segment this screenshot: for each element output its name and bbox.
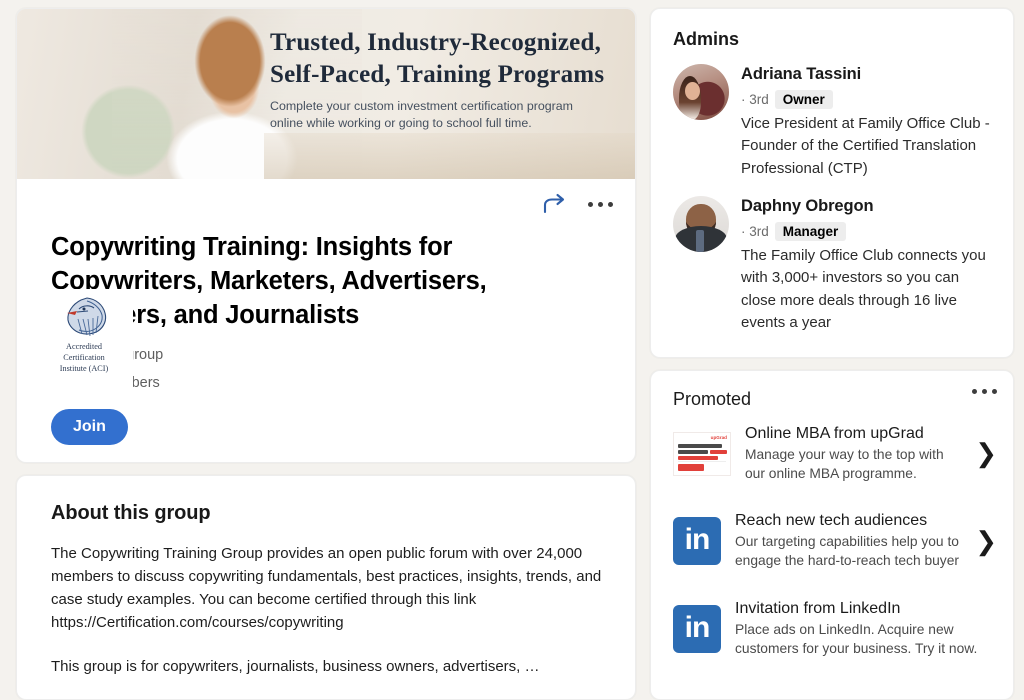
- admin-description: Vice President at Family Office Club - F…: [741, 114, 990, 177]
- linkedin-logo-text: in: [684, 523, 711, 556]
- promoted-item-title: Invitation from LinkedIn: [735, 599, 901, 617]
- banner-subtext: Complete your custom investment certific…: [270, 99, 574, 131]
- group-header-actions: [17, 179, 635, 231]
- banner-desk: [264, 133, 635, 179]
- banner-text-block: Trusted, Industry-Recognized, Self-Paced…: [270, 27, 621, 132]
- upgrad-cta-button: [678, 463, 704, 471]
- group-member-count: 31,781 members: [51, 375, 609, 391]
- promoted-item-description: Our targeting capabilities help you to e…: [735, 534, 959, 568]
- promoted-item-description: Manage your way to the top with our onli…: [745, 446, 944, 481]
- eagle-head-logo-icon: [67, 297, 107, 337]
- group-more-options-button[interactable]: [588, 201, 613, 207]
- admin-description: The Family Office Club connects you with…: [741, 246, 986, 332]
- group-logo-tile: Accredited Certification Institute (ACI): [35, 289, 133, 389]
- promoted-item-body: Online MBA from upGrad Manage your way t…: [745, 424, 961, 484]
- promoted-more-options-button[interactable]: [972, 388, 997, 394]
- about-group-heading: About this group: [51, 502, 211, 525]
- promoted-item-body: Invitation from LinkedIn Place ads on Li…: [735, 599, 997, 659]
- share-button[interactable]: [542, 193, 568, 215]
- admins-heading: Admins: [673, 29, 740, 49]
- admin-details: Adriana Tassini · 3rd Owner Vice Preside…: [741, 64, 993, 180]
- more-options-icon: [972, 388, 977, 394]
- promoted-card: Promoted upGrad Online MBA from upGrad M…: [650, 369, 1014, 700]
- admin-list-item[interactable]: Daphny Obregon · 3rd Manager The Family …: [673, 196, 993, 335]
- promoted-list-item[interactable]: in Invitation from LinkedIn Place ads on…: [673, 599, 997, 659]
- more-options-icon: [588, 201, 593, 207]
- promoted-list-item[interactable]: upGrad Online MBA from upGrad Manage you…: [673, 424, 997, 484]
- banner-headline-line2: Self-Paced, Training Programs: [270, 60, 605, 88]
- admin-role-badge: Owner: [774, 89, 833, 109]
- linkedin-logo-text: in: [684, 610, 711, 644]
- sidebar-column: Admins Adriana Tassini · 3rd Owner Vice …: [650, 8, 1014, 700]
- admin-list-item[interactable]: Adriana Tassini · 3rd Owner Vice Preside…: [673, 64, 993, 180]
- about-group-body: About this group The Copywriting Trainin…: [17, 476, 635, 699]
- admin-name[interactable]: Daphny Obregon: [741, 196, 993, 217]
- join-button[interactable]: Join: [51, 408, 128, 445]
- logo-caption-line2: Certification: [63, 353, 105, 363]
- admins-card: Admins Adriana Tassini · 3rd Owner Vice …: [650, 8, 1014, 358]
- promoted-item-description: Place ads on LinkedIn. Acquire new custo…: [735, 621, 978, 656]
- upgrad-ad-thumbnail: upGrad: [673, 431, 731, 476]
- connection-degree: · 3rd: [741, 91, 769, 107]
- group-header-card: Trusted, Industry-Recognized, Self-Paced…: [16, 8, 636, 464]
- linkedin-logo-icon: in: [673, 517, 721, 565]
- promoted-heading: Promoted: [673, 388, 752, 409]
- chevron-right-icon[interactable]: ❯: [975, 526, 997, 557]
- promoted-list-item[interactable]: in Reach new tech audiences Our targetin…: [673, 511, 997, 571]
- page-root: Trusted, Industry-Recognized, Self-Paced…: [0, 0, 1024, 700]
- promoted-body: Promoted upGrad Online MBA from upGrad M…: [651, 371, 1013, 672]
- linkedin-logo-icon: in: [673, 604, 721, 653]
- logo-caption: Accredited Certification Institute (ACI): [60, 341, 108, 374]
- group-privacy-row: Private group: [51, 347, 609, 363]
- admins-body: Admins Adriana Tassini · 3rd Owner Vice …: [651, 9, 1013, 357]
- upgrad-brand-label: upGrad: [710, 434, 727, 440]
- promoted-header: Promoted: [673, 388, 997, 410]
- chevron-right-icon[interactable]: ❯: [975, 438, 997, 469]
- promoted-item-title: Reach new tech audiences: [735, 512, 928, 530]
- about-paragraph-1: The Copywriting Training Group provides …: [51, 545, 602, 631]
- main-column: Trusted, Industry-Recognized, Self-Paced…: [16, 8, 636, 700]
- connection-degree: · 3rd: [741, 223, 769, 239]
- about-paragraph-2: This group is for copywriters, journalis…: [51, 658, 540, 676]
- group-banner: Trusted, Industry-Recognized, Self-Paced…: [17, 9, 635, 179]
- logo-caption-line3: Institute (ACI): [59, 364, 109, 374]
- admin-subline: · 3rd Owner: [741, 89, 993, 109]
- promoted-item-body: Reach new tech audiences Our targeting c…: [735, 511, 961, 571]
- admin-details: Daphny Obregon · 3rd Manager The Family …: [741, 196, 993, 335]
- group-title: Copywriting Training: Insights for Copyw…: [51, 233, 487, 329]
- admin-subline: · 3rd Manager: [741, 221, 993, 241]
- banner-headline-line1: Trusted, Industry-Recognized,: [270, 29, 602, 56]
- avatar: [673, 196, 729, 253]
- avatar: [673, 64, 729, 120]
- share-arrow-icon: [543, 193, 565, 214]
- promoted-item-title: Online MBA from upGrad: [745, 424, 924, 442]
- about-group-card: About this group The Copywriting Trainin…: [16, 475, 636, 700]
- admin-name[interactable]: Adriana Tassini: [741, 64, 993, 85]
- logo-caption-line1: Accredited: [66, 342, 102, 351]
- admin-role-badge: Manager: [774, 221, 847, 241]
